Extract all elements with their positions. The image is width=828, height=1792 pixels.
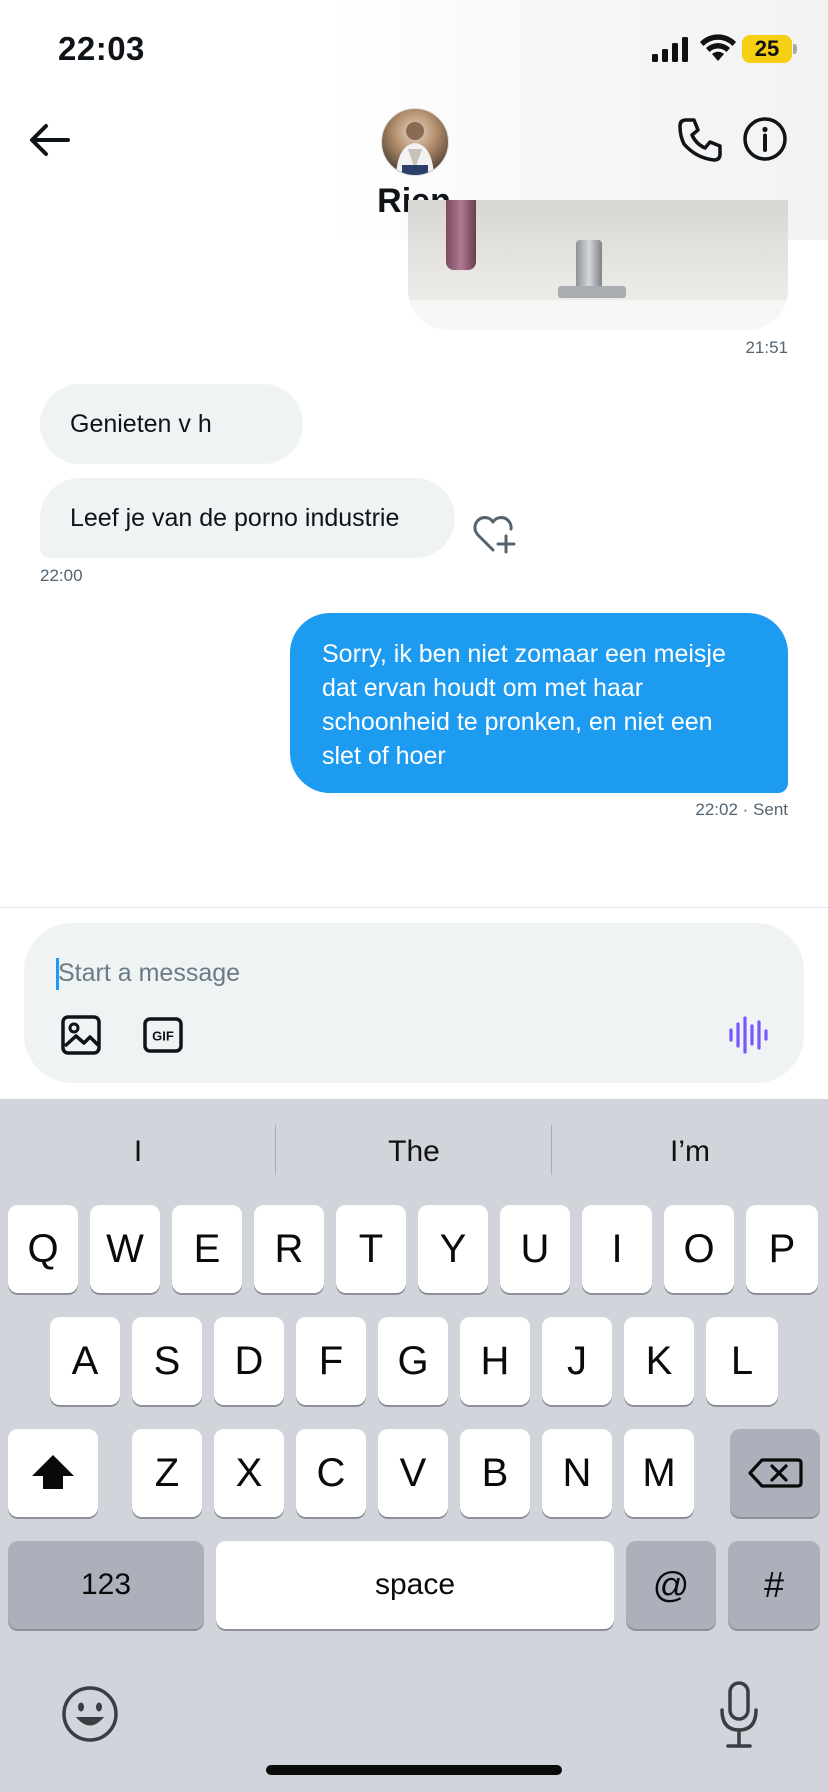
key-p[interactable]: P [746, 1205, 818, 1293]
suggestion-3[interactable]: I’m [552, 1127, 828, 1177]
shift-arrow-icon [32, 1455, 74, 1489]
key-e[interactable]: E [172, 1205, 242, 1293]
composer-divider [0, 907, 828, 908]
key-i[interactable]: I [582, 1205, 652, 1293]
key-j[interactable]: J [542, 1317, 612, 1405]
home-indicator [266, 1765, 562, 1775]
hash-key[interactable]: # [728, 1541, 820, 1629]
image-icon[interactable] [60, 1014, 102, 1056]
key-u[interactable]: U [500, 1205, 570, 1293]
battery-tip [793, 44, 797, 54]
message-timestamp: 22:00 [40, 566, 83, 585]
cellular-signal-icon [652, 37, 688, 62]
key-r[interactable]: R [254, 1205, 324, 1293]
key-t[interactable]: T [336, 1205, 406, 1293]
battery-level: 25 [754, 36, 780, 61]
message-timestamp-sent: 22:02 · Sent [695, 800, 788, 819]
gif-icon[interactable]: GIF [142, 1014, 184, 1056]
key-m[interactable]: M [624, 1429, 694, 1517]
photo-basin [408, 300, 788, 330]
suggestion-1[interactable]: I [0, 1127, 276, 1177]
shift-key[interactable] [8, 1429, 98, 1517]
voice-message-icon[interactable] [728, 1016, 768, 1054]
battery-indicator: 25 [742, 35, 792, 63]
image-message[interactable] [408, 200, 788, 330]
suggestion-2[interactable]: The [276, 1127, 552, 1177]
microphone-icon[interactable] [716, 1680, 762, 1750]
sent-message-bubble[interactable]: Sorry, ik ben niet zomaar een meisje dat… [290, 613, 788, 793]
avatar[interactable] [381, 108, 449, 176]
phone-icon[interactable] [676, 116, 724, 164]
photo-bottle [446, 200, 476, 270]
at-key[interactable]: @ [626, 1541, 716, 1629]
status-time: 22:03 [58, 30, 145, 67]
wifi-icon [700, 34, 736, 61]
key-s[interactable]: S [132, 1317, 202, 1405]
svg-text:GIF: GIF [152, 1029, 174, 1044]
key-a[interactable]: A [50, 1317, 120, 1405]
message-input[interactable] [58, 952, 658, 994]
message-timestamp: 21:51 [745, 338, 788, 357]
key-c[interactable]: C [296, 1429, 366, 1517]
key-b[interactable]: B [460, 1429, 530, 1517]
key-g[interactable]: G [378, 1317, 448, 1405]
arrow-left-icon[interactable] [28, 122, 70, 158]
received-message-bubble[interactable]: Genieten v h leven [40, 384, 303, 518]
key-n[interactable]: N [542, 1429, 612, 1517]
key-d[interactable]: D [214, 1317, 284, 1405]
photo-faucet-base [558, 286, 626, 298]
heart-plus-icon[interactable] [472, 514, 518, 556]
key-w[interactable]: W [90, 1205, 160, 1293]
photo-faucet [576, 240, 602, 292]
received-message-bubble[interactable]: Leef je van de porno industrie [40, 478, 455, 558]
key-k[interactable]: K [624, 1317, 694, 1405]
message-text: Sorry, ik ben niet zomaar een meisje dat… [322, 640, 726, 770]
key-l[interactable]: L [706, 1317, 778, 1405]
key-f[interactable]: F [296, 1317, 366, 1405]
key-o[interactable]: O [664, 1205, 734, 1293]
key-q[interactable]: Q [8, 1205, 78, 1293]
key-v[interactable]: V [378, 1429, 448, 1517]
key-y[interactable]: Y [418, 1205, 488, 1293]
space-key[interactable]: space [216, 1541, 614, 1629]
message-composer [24, 923, 804, 1083]
avatar-photo [396, 122, 434, 175]
key-h[interactable]: H [460, 1317, 530, 1405]
numbers-key[interactable]: 123 [8, 1541, 204, 1629]
emoji-icon[interactable] [60, 1684, 120, 1744]
keyboard: I The I’m Q W E R T Y U I O P A S D F G … [0, 1099, 828, 1792]
message-text: Leef je van de porno industrie [70, 504, 400, 532]
key-x[interactable]: X [214, 1429, 284, 1517]
info-icon[interactable] [742, 116, 788, 162]
backspace-icon [748, 1458, 803, 1488]
delete-key[interactable] [730, 1429, 820, 1517]
key-z[interactable]: Z [132, 1429, 202, 1517]
